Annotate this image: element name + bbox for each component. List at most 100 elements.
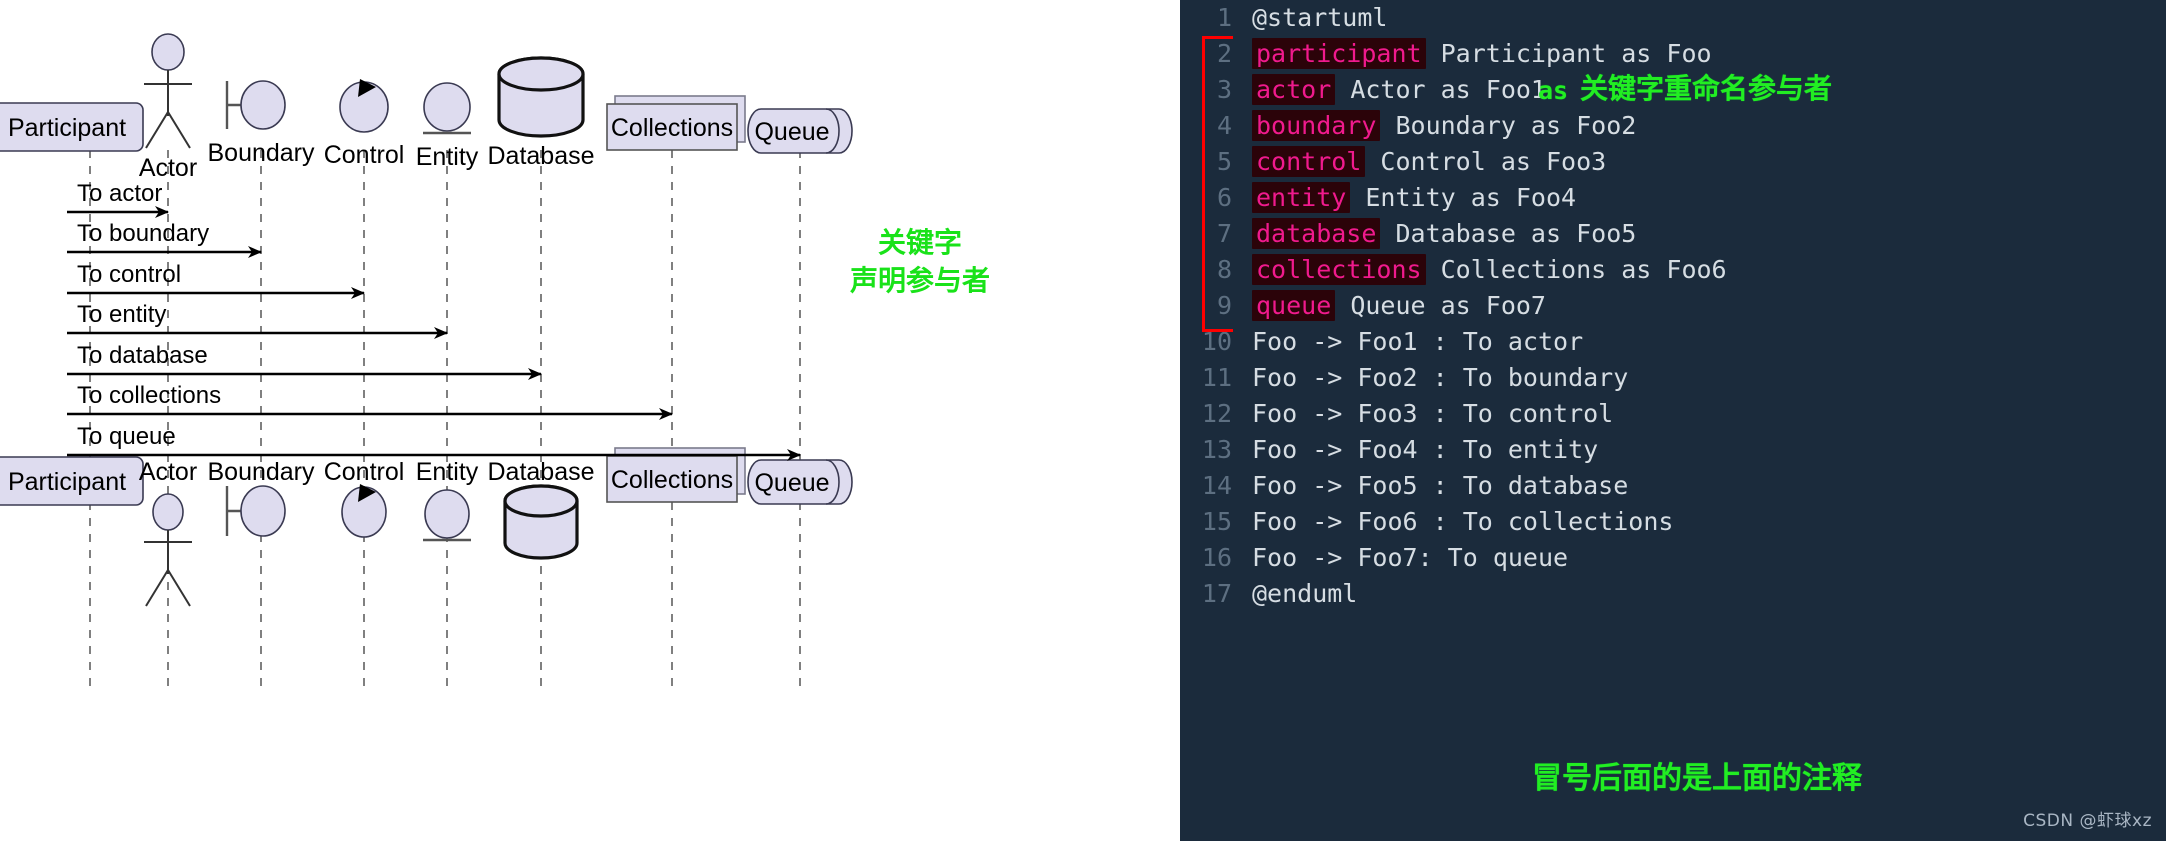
database-label-bottom: Database [487, 458, 594, 486]
message-label: To queue [77, 423, 176, 450]
code-rest: Database as Foo5 [1380, 219, 1637, 248]
code-line[interactable]: 13 Foo -> Foo4 : To entity [1180, 432, 2166, 468]
code-keyword: boundary [1252, 110, 1381, 141]
code-line[interactable]: 16 Foo -> Foo7: To queue [1180, 540, 2166, 576]
message-label: To control [77, 261, 181, 288]
code-line-text[interactable]: participant Participant as Foo [1252, 36, 1712, 72]
code-rest: Foo -> Foo5 : To database [1252, 471, 1629, 500]
code-line[interactable]: 2 participant Participant as Foo [1180, 36, 2166, 72]
entity-label-bottom: Entity [416, 458, 479, 486]
code-line-text[interactable]: queue Queue as Foo7 [1252, 288, 1546, 324]
code-line-text[interactable]: boundary Boundary as Foo2 [1252, 108, 1636, 144]
line-number: 13 [1201, 435, 1232, 464]
participants-top: Participant Actor Boundary Control Entity Dat… [0, 33, 853, 182]
code-keyword: queue [1252, 290, 1336, 321]
sequence-diagram-svg: Participant Actor Boundary Control Entity Dat… [0, 33, 853, 690]
code-line-text[interactable]: @startuml [1252, 0, 1387, 36]
line-number: 17 [1201, 579, 1232, 608]
database-top-bottom [503, 484, 579, 518]
code-line[interactable]: 10 Foo -> Foo1 : To actor [1180, 324, 2166, 360]
code-rest: Foo -> Foo1 : To actor [1252, 327, 1584, 356]
code-rest: @startuml [1252, 3, 1388, 32]
collections-label: Collections [611, 114, 733, 142]
actor-leg-right [167, 111, 191, 149]
line-number: 11 [1201, 363, 1232, 392]
database-label: Database [487, 142, 594, 170]
database-top [497, 56, 585, 92]
queue-label: Queue [754, 469, 829, 497]
code-line[interactable]: 11 Foo -> Foo2 : To boundary [1180, 360, 2166, 396]
code-rest: Foo -> Foo3 : To control [1252, 399, 1614, 428]
code-line[interactable]: 15 Foo -> Foo6 : To collections [1180, 504, 2166, 540]
message-label: To entity [77, 301, 166, 328]
code-rest: Foo -> Foo6 : To collections [1252, 507, 1674, 536]
line-number: 16 [1201, 543, 1232, 572]
participant-label: Participant [8, 114, 126, 142]
collections-label: Collections [611, 466, 733, 494]
code-line[interactable]: 17 @enduml [1180, 576, 2166, 612]
code-rest: Foo -> Foo7: To queue [1252, 543, 1569, 572]
code-rest: Control as Foo3 [1365, 147, 1607, 176]
code-rest: Collections as Foo6 [1425, 255, 1727, 284]
code-rest: @enduml [1252, 579, 1358, 608]
code-line-text[interactable]: Foo -> Foo7: To queue [1252, 540, 1568, 576]
code-line-text[interactable]: entity Entity as Foo4 [1252, 180, 1576, 216]
code-keyword: actor [1252, 74, 1336, 105]
boundary-label: Boundary [207, 139, 315, 167]
sequence-diagram-pane: Participant Actor Boundary Control Entity Dat… [0, 0, 1180, 841]
code-keyword: participant [1252, 38, 1426, 69]
code-line[interactable]: 5 control Control as Foo3 [1180, 144, 2166, 180]
message-label: To database [77, 342, 208, 369]
entity-circle-bottom [424, 489, 470, 539]
code-keyword: collections [1252, 254, 1426, 285]
code-rest: Boundary as Foo2 [1380, 111, 1637, 140]
line-number: 1 [1216, 3, 1232, 32]
annotation-colon-note: 冒号后面的是上面的注释 [1532, 761, 1862, 796]
code-rest: Foo -> Foo2 : To boundary [1252, 363, 1629, 392]
entity-label: Entity [416, 143, 479, 171]
participants-bottom: Participant Actor Boundary Control Entity Dat… [0, 447, 853, 607]
code-line[interactable]: 14 Foo -> Foo5 : To database [1180, 468, 2166, 504]
line-number: 12 [1201, 399, 1232, 428]
entity-circle [423, 82, 471, 132]
code-line[interactable]: 9 queue Queue as Foo7 [1180, 288, 2166, 324]
code-keyword: control [1252, 146, 1366, 177]
control-label: Control [324, 141, 405, 169]
code-rest: Entity as Foo4 [1350, 183, 1577, 212]
code-line-text[interactable]: Foo -> Foo1 : To actor [1252, 324, 1583, 360]
code-rest: Queue as Foo7 [1335, 291, 1546, 320]
control-label-bottom: Control [324, 458, 405, 486]
actor-head [151, 33, 185, 71]
line-number: 14 [1201, 471, 1232, 500]
annotation-as-token: as [1538, 76, 1569, 105]
code-line-text[interactable]: control Control as Foo3 [1252, 144, 1606, 180]
code-line[interactable]: 8 collections Collections as Foo6 [1180, 252, 2166, 288]
code-rest: Participant as Foo [1425, 39, 1712, 68]
code-line-text[interactable]: collections Collections as Foo6 [1252, 252, 1727, 288]
queue-label: Queue [754, 118, 829, 146]
code-line[interactable]: 12 Foo -> Foo3 : To control [1180, 396, 2166, 432]
code-editor-pane[interactable]: 1 @startuml 2 participant Participant as Fo… [1180, 0, 2166, 841]
code-line-text[interactable]: Foo -> Foo3 : To control [1252, 396, 1613, 432]
messages: To actor To boundary To control To entity To… [67, 180, 801, 461]
code-line[interactable]: 1 @startuml [1180, 0, 2166, 36]
code-line-text[interactable]: @enduml [1252, 576, 1357, 612]
participant-label: Participant [8, 468, 126, 496]
annotation-rename-participants: 关键字重命名参与者 [1580, 72, 1833, 105]
code-line-text[interactable]: database Database as Foo5 [1252, 216, 1636, 252]
actor-label: Actor [139, 154, 197, 182]
code-line-text[interactable]: Foo -> Foo5 : To database [1252, 468, 1628, 504]
annotation-keyword-declare: 关键字 声明参与者 [849, 226, 990, 297]
actor-head-bottom [152, 493, 184, 531]
code-line-text[interactable]: Foo -> Foo6 : To collections [1252, 504, 1673, 540]
code-line-text[interactable]: Foo -> Foo2 : To boundary [1252, 360, 1628, 396]
code-line[interactable]: 4 boundary Boundary as Foo2 [1180, 108, 2166, 144]
code-line[interactable]: 6 entity Entity as Foo4 [1180, 180, 2166, 216]
code-line[interactable]: 7 database Database as Foo5 [1180, 216, 2166, 252]
line-number: 15 [1201, 507, 1232, 536]
code-line-text[interactable]: Foo -> Foo4 : To entity [1252, 432, 1598, 468]
boundary-circle [240, 80, 286, 130]
code-line-text[interactable]: actor Actor as Foo1 [1252, 72, 1546, 108]
boundary-circle-bottom [240, 485, 286, 537]
csdn-watermark: CSDN @虾球xz [2023, 811, 2152, 831]
